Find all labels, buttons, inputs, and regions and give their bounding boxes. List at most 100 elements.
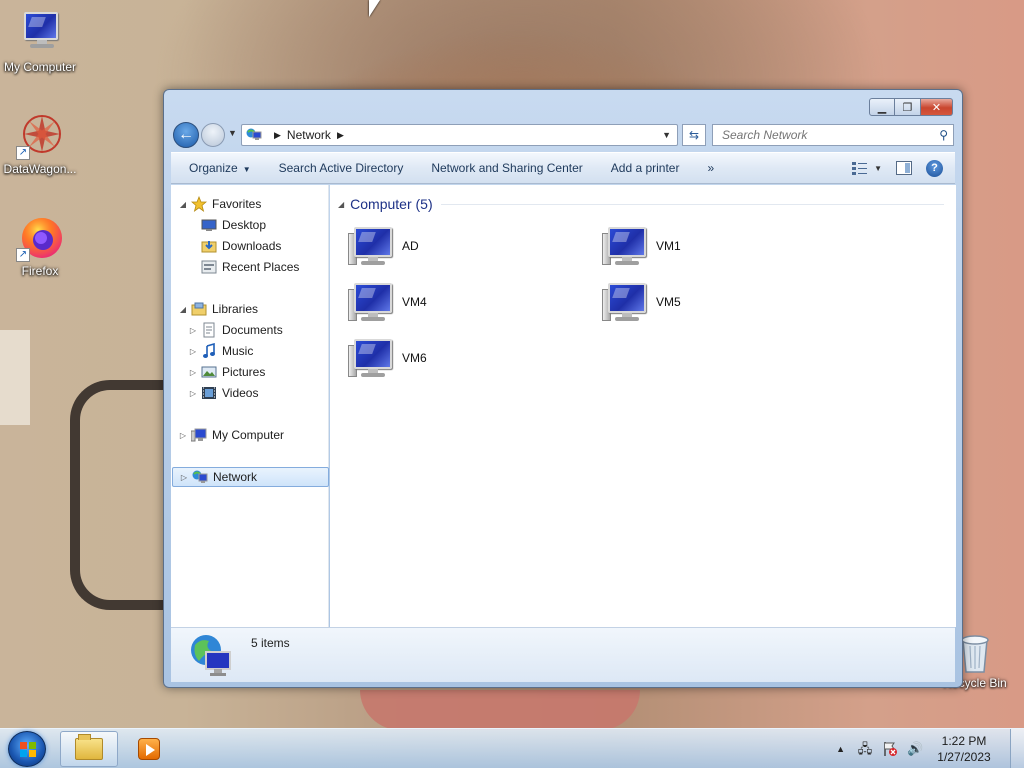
nav-label: Desktop: [222, 218, 267, 232]
restore-icon: ❐: [902, 101, 913, 114]
shortcut-arrow-icon: ↗: [16, 146, 30, 160]
desktop-icon-label: Firefox: [21, 264, 59, 278]
refresh-icon: ⇆: [688, 128, 700, 142]
nav-item-network[interactable]: ▷ Network: [172, 467, 329, 487]
search-active-directory-button[interactable]: Search Active Directory: [265, 161, 418, 175]
desktop-icon-my-computer[interactable]: My Computer: [0, 10, 80, 74]
nav-label: Network: [213, 470, 258, 484]
expand-icon[interactable]: ▷: [188, 389, 198, 398]
refresh-button[interactable]: ⇆: [682, 124, 706, 146]
expand-icon[interactable]: ▷: [179, 473, 189, 482]
show-hidden-icons-button[interactable]: ▲: [836, 744, 845, 754]
address-history-dropdown[interactable]: ▼: [662, 130, 671, 140]
show-desktop-button[interactable]: [1010, 729, 1024, 768]
computer-icon: [348, 225, 396, 267]
taskbar-explorer-button[interactable]: [60, 731, 118, 767]
desktop-icon-firefox[interactable]: ↗ Firefox: [0, 214, 80, 278]
minimize-icon: ▁: [877, 101, 887, 114]
chevron-down-icon: ▼: [242, 165, 251, 174]
music-icon: [201, 342, 217, 359]
back-arrow-icon: ←: [178, 126, 194, 143]
computer-name: VM4: [402, 295, 427, 309]
system-tray: ▲ 🖧 🔊 1:22 PM 1/27/2023: [836, 729, 1024, 768]
minimize-button[interactable]: ▁: [869, 98, 895, 116]
computer-item-vm4[interactable]: VM4: [348, 279, 427, 325]
nav-label: Videos: [222, 386, 259, 400]
desktop-icon-label: DataWagon...: [3, 162, 77, 176]
nav-label: Documents: [222, 323, 283, 337]
change-view-button[interactable]: ▼: [852, 161, 882, 175]
content-pane: ◢ Computer (5) AD VM1 VM4 VM5 VM6: [330, 185, 956, 627]
more-commands-button[interactable]: »: [693, 161, 728, 175]
desktop-icon-label: My Computer: [3, 60, 77, 74]
breadcrumb-network[interactable]: Network: [287, 128, 331, 142]
start-button[interactable]: [8, 731, 46, 767]
computer-name: VM6: [402, 351, 427, 365]
expand-icon[interactable]: ▷: [188, 326, 198, 335]
back-button[interactable]: ←: [173, 122, 199, 148]
search-box[interactable]: ⚲: [712, 124, 954, 146]
group-header-computer[interactable]: ◢ Computer (5): [338, 195, 944, 213]
expand-icon[interactable]: ▷: [188, 368, 198, 377]
explorer-window: ▁ ❐ ✕ ← ▼ ▶ Network ▶ ▼ ⇆ Search Network…: [163, 89, 963, 688]
chevron-down-icon: ▼: [874, 163, 882, 173]
downloads-folder-icon: [201, 238, 217, 254]
taskbar: ▲ 🖧 🔊 1:22 PM 1/27/2023: [0, 728, 1024, 768]
computer-item-vm1[interactable]: VM1: [602, 223, 681, 269]
preview-pane-icon[interactable]: [896, 161, 912, 175]
maximize-button[interactable]: ❐: [895, 98, 921, 116]
close-button[interactable]: ✕: [921, 98, 953, 116]
network-globe-icon: [189, 633, 233, 677]
computer-item-vm6[interactable]: VM6: [348, 335, 427, 381]
shortcut-arrow-icon: ↗: [16, 248, 30, 262]
clock-date: 1/27/2023: [937, 750, 991, 764]
nav-item-downloads[interactable]: Downloads: [188, 236, 281, 256]
action-center-flag-icon[interactable]: [882, 741, 898, 757]
address-bar[interactable]: ▶ Network ▶ ▼: [241, 124, 678, 146]
nav-item-my-computer[interactable]: ▷ My Computer: [178, 425, 284, 445]
expand-icon[interactable]: ▷: [188, 347, 198, 356]
desktop-icon-datawagon[interactable]: ↗ DataWagon...: [0, 112, 80, 176]
expand-icon[interactable]: ▷: [178, 431, 188, 440]
item-count: 5 items: [251, 636, 290, 650]
computer-item-ad[interactable]: AD: [348, 223, 419, 269]
nav-item-pictures[interactable]: ▷ Pictures: [188, 362, 265, 382]
computer-name: VM5: [656, 295, 681, 309]
help-icon[interactable]: ?: [926, 159, 943, 177]
computer-icon: [348, 337, 396, 379]
group-divider: [440, 203, 944, 205]
libraries-icon: [191, 301, 207, 317]
breadcrumb-separator-icon[interactable]: ▶: [337, 130, 344, 141]
organize-menu[interactable]: Organize ▼: [171, 161, 265, 175]
collapse-icon[interactable]: ◢: [178, 305, 188, 314]
view-options-icon: [852, 161, 868, 175]
network-sharing-center-button[interactable]: Network and Sharing Center: [417, 161, 596, 175]
breadcrumb-separator-icon[interactable]: ▶: [274, 130, 281, 141]
computer-name: VM1: [656, 239, 681, 253]
computer-item-vm5[interactable]: VM5: [602, 279, 681, 325]
volume-icon[interactable]: 🔊: [907, 741, 923, 757]
recent-places-icon: [201, 259, 217, 275]
nav-item-libraries[interactable]: ◢ Libraries: [178, 299, 258, 319]
taskbar-media-player-button[interactable]: [120, 731, 178, 767]
add-printer-button[interactable]: Add a printer: [597, 161, 694, 175]
nav-item-documents[interactable]: ▷ Documents: [188, 320, 283, 340]
collapse-icon[interactable]: ◢: [338, 200, 344, 209]
nav-item-recent-places[interactable]: Recent Places: [188, 257, 299, 277]
nav-item-favorites[interactable]: ◢ Favorites: [178, 194, 261, 214]
clock[interactable]: 1:22 PM 1/27/2023: [932, 733, 996, 765]
nav-label: Libraries: [212, 302, 259, 316]
nav-item-videos[interactable]: ▷ Videos: [188, 383, 259, 403]
recent-pages-dropdown[interactable]: ▼: [228, 128, 237, 138]
nav-item-music[interactable]: ▷ Music: [188, 341, 253, 361]
navigation-pane: ◢ Favorites Desktop Downloads Recent Pla…: [171, 185, 329, 627]
documents-icon: [201, 322, 217, 338]
window-caption-buttons: ▁ ❐ ✕: [869, 98, 953, 116]
search-input[interactable]: [720, 127, 920, 143]
nav-item-desktop[interactable]: Desktop: [188, 215, 266, 235]
nav-label: Favorites: [212, 197, 262, 211]
network-tray-icon[interactable]: 🖧: [857, 741, 873, 757]
search-icon: ⚲: [939, 128, 948, 142]
forward-button[interactable]: [201, 123, 225, 147]
collapse-icon[interactable]: ◢: [178, 200, 188, 209]
